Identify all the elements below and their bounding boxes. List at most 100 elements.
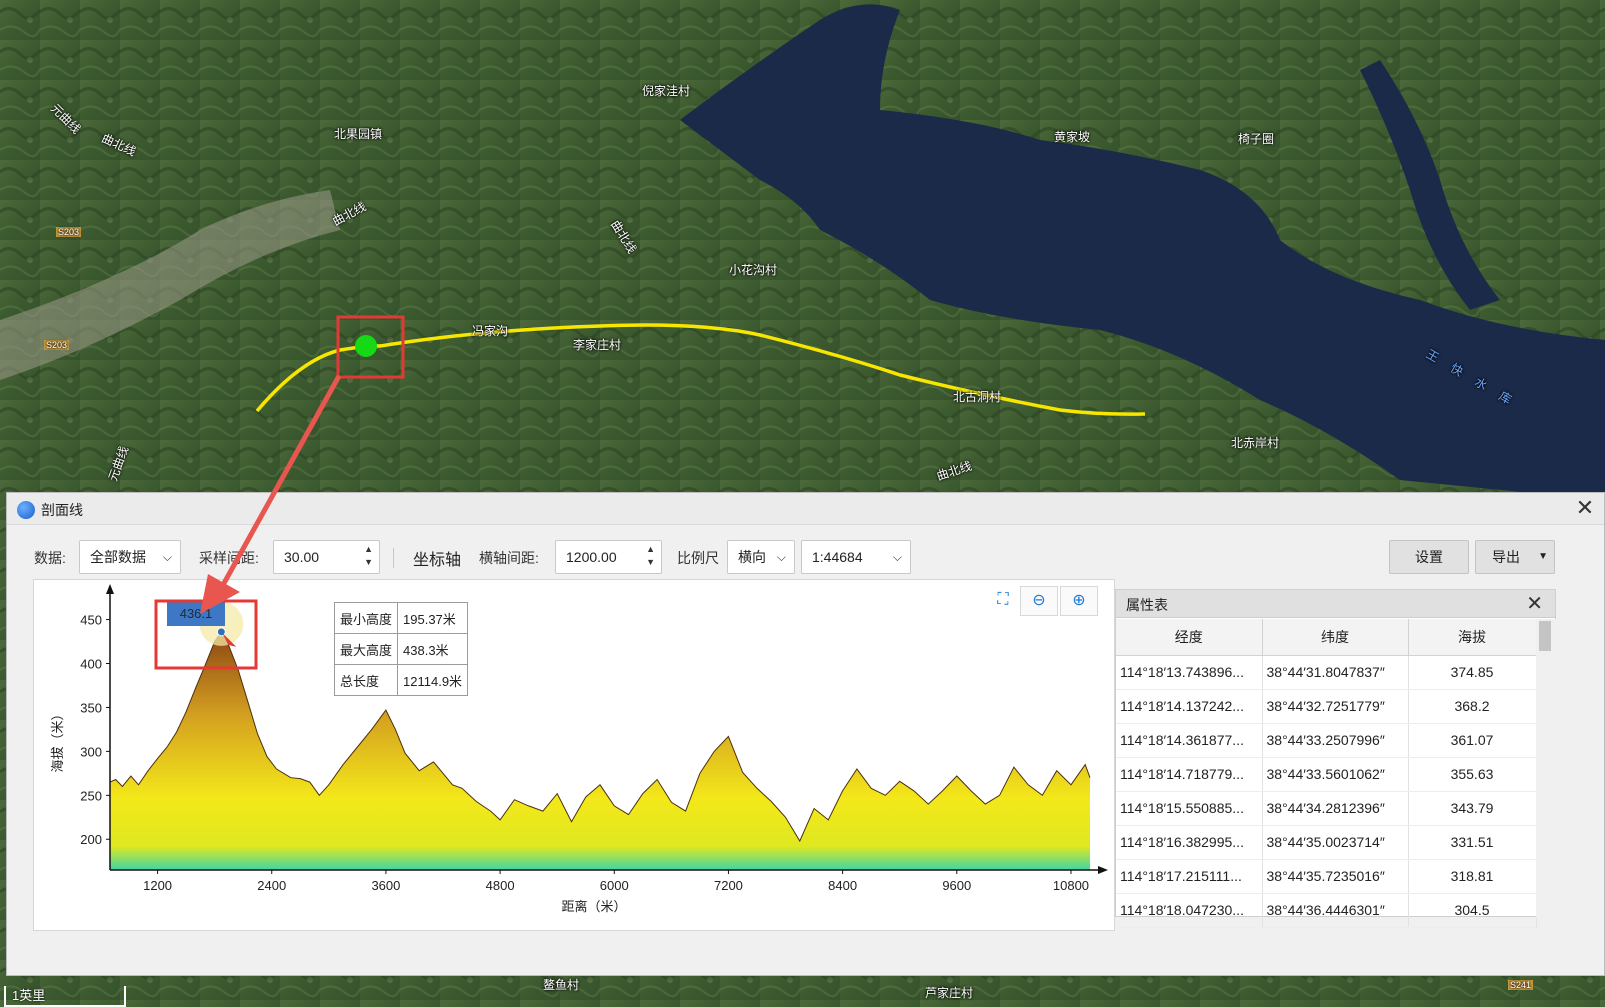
profile-dialog: 剖面线 ✕ 数据: 全部数据 ⌵ 采样间距: 30.00 ▲ ▼ 坐标轴 横轴间距… xyxy=(6,492,1605,976)
table-row[interactable]: 114°18′18.047230... 38°44′36.4446301″ 304.… xyxy=(1116,893,1537,928)
x-tick-label: 4800 xyxy=(486,878,515,893)
table-row[interactable]: 114°18′14.361877... 38°44′33.2507996″ 361.… xyxy=(1116,723,1537,758)
min-height-value: 195.37米 xyxy=(397,602,469,634)
map-label: 冯家沟 xyxy=(472,324,509,338)
map-label: 小花沟村 xyxy=(729,263,778,277)
table-row[interactable]: 114°18′17.215111... 38°44′35.7235016″ 318.… xyxy=(1116,859,1537,894)
table-row[interactable]: 114°18′16.382995... 38°44′35.0023714″ 331.… xyxy=(1116,825,1537,860)
toolbar-divider xyxy=(393,548,394,568)
fit-view-icon[interactable]: ⛶ xyxy=(984,586,1022,616)
max-height-label: 最大高度 xyxy=(333,633,399,665)
elevation-cell: 355.63 xyxy=(1408,757,1537,792)
zoom-in-icon[interactable]: ⊕ xyxy=(1060,586,1098,616)
sample-interval-spinbox[interactable]: 30.00 ▲ ▼ xyxy=(273,540,380,574)
total-length-label: 总长度 xyxy=(333,664,399,696)
map-label: 鳌鱼村 xyxy=(543,978,580,992)
scrollbar-thumb[interactable] xyxy=(1539,621,1551,651)
longitude-cell: 114°18′17.215111... xyxy=(1116,859,1263,894)
elevation-cell: 343.79 xyxy=(1408,791,1537,826)
map-label: 椅子圈 xyxy=(1238,132,1275,146)
x-tick-label: 7200 xyxy=(714,878,743,893)
x-tick-label: 2400 xyxy=(257,878,286,893)
column-header-longitude[interactable]: 经度 xyxy=(1116,619,1263,656)
road-badge: S241 xyxy=(1508,980,1534,990)
table-row[interactable]: 114°18′15.550885... 38°44′34.2812396″ 343.… xyxy=(1116,791,1537,826)
x-axis-arrow-icon xyxy=(1098,866,1108,874)
road-badge: S203 xyxy=(56,227,82,237)
table-row[interactable]: 114°18′14.137242... 38°44′32.7251779″ 368.… xyxy=(1116,689,1537,724)
attribute-table-title: 属性表 xyxy=(1126,597,1168,613)
data-select[interactable]: 全部数据 ⌵ xyxy=(79,540,181,574)
elevation-cell: 304.5 xyxy=(1408,893,1537,928)
total-length-value: 12114.9米 xyxy=(397,664,469,696)
y-tick-label: 350 xyxy=(80,700,102,715)
latitude-cell: 38°44′33.5601062″ xyxy=(1262,757,1409,792)
latitude-cell: 38°44′31.8047837″ xyxy=(1262,655,1409,690)
map-label: 北赤岸村 xyxy=(1231,436,1280,450)
x-interval-value: 1200.00 xyxy=(566,549,617,565)
x-tick-label: 10800 xyxy=(1053,878,1089,893)
map-label: 倪家洼村 xyxy=(642,84,691,98)
scale-value: 1:44684 xyxy=(812,549,863,565)
latitude-cell: 38°44′35.7235016″ xyxy=(1262,859,1409,894)
y-tick-label: 250 xyxy=(80,788,102,803)
dialog-title: 剖面线 xyxy=(41,502,83,518)
elevation-area xyxy=(110,631,1090,870)
attribute-grid: 经度 纬度 海拔 114°18′13.743896... 38°44′31.804… xyxy=(1116,619,1537,928)
longitude-cell: 114°18′15.550885... xyxy=(1116,791,1263,826)
attribute-table-panel: 属性表 ✕ 经度 纬度 海拔 114°18′13.743896... 38°44′… xyxy=(1115,589,1556,928)
scale-label: 比例尺 xyxy=(677,550,719,566)
vertical-scrollbar[interactable] xyxy=(1536,619,1556,917)
longitude-cell: 114°18′16.382995... xyxy=(1116,825,1263,860)
elevation-cell: 368.2 xyxy=(1408,689,1537,724)
orientation-value: 横向 xyxy=(738,549,766,565)
close-icon[interactable]: ✕ xyxy=(1526,591,1543,616)
export-button[interactable]: 导出 ▼ xyxy=(1475,540,1555,574)
y-tick-label: 400 xyxy=(80,657,102,672)
axis-label: 坐标轴 xyxy=(413,552,462,569)
table-row[interactable]: 114°18′14.718779... 38°44′33.5601062″ 355.… xyxy=(1116,757,1537,792)
y-axis-arrow-icon xyxy=(106,584,114,594)
x-interval-spinbox[interactable]: 1200.00 ▲ ▼ xyxy=(555,540,662,574)
profile-chart[interactable]: 200 250 300 350 400 450 1200 2400 3600 4800 6000 72… xyxy=(34,580,1116,932)
hover-elevation-tooltip: 436.1 xyxy=(167,602,225,626)
chevron-down-icon: ⌵ xyxy=(892,550,902,564)
dialog-titlebar[interactable]: 剖面线 ✕ xyxy=(7,493,1604,525)
close-icon[interactable]: ✕ xyxy=(1572,495,1598,521)
attribute-table-header: 属性表 ✕ xyxy=(1116,590,1555,618)
x-tick-label: 3600 xyxy=(371,878,400,893)
map-label: 李家庄村 xyxy=(573,338,622,352)
latitude-cell: 38°44′34.2812396″ xyxy=(1262,791,1409,826)
scale-select[interactable]: 1:44684 ⌵ xyxy=(801,540,911,574)
column-header-elevation[interactable]: 海拔 xyxy=(1408,619,1537,656)
min-height-label: 最小高度 xyxy=(333,602,399,634)
sample-interval-label: 采样间距: xyxy=(199,550,259,566)
y-tick-label: 200 xyxy=(80,832,102,847)
longitude-cell: 114°18′14.137242... xyxy=(1116,689,1263,724)
y-tick-label: 300 xyxy=(80,744,102,759)
export-label: 导出 xyxy=(1492,549,1520,565)
table-row[interactable]: 114°18′13.743896... 38°44′31.8047837″ 374.… xyxy=(1116,655,1537,690)
map-label: 黄家坡 xyxy=(1054,130,1091,144)
latitude-cell: 38°44′36.4446301″ xyxy=(1262,893,1409,928)
profile-toolbar: 数据: 全部数据 ⌵ 采样间距: 30.00 ▲ ▼ 坐标轴 横轴间距: 1200… xyxy=(7,537,1604,577)
column-header-latitude[interactable]: 纬度 xyxy=(1262,619,1409,656)
x-interval-label: 横轴间距: xyxy=(479,550,539,566)
y-tick-label: 450 xyxy=(80,613,102,628)
spin-arrows-icon[interactable]: ▲ ▼ xyxy=(364,543,373,569)
caret-down-icon[interactable]: ▼ xyxy=(1538,541,1548,573)
longitude-cell: 114°18′14.361877... xyxy=(1116,723,1263,758)
orientation-select[interactable]: 横向 ⌵ xyxy=(727,540,795,574)
map-label: 北古洞村 xyxy=(953,390,1002,404)
x-tick-label: 9600 xyxy=(942,878,971,893)
chevron-down-icon: ⌵ xyxy=(776,550,786,564)
spin-arrows-icon[interactable]: ▲ ▼ xyxy=(646,543,655,569)
sample-interval-value: 30.00 xyxy=(284,549,320,565)
elevation-cell: 318.81 xyxy=(1408,859,1537,894)
latitude-cell: 38°44′32.7251779″ xyxy=(1262,689,1409,724)
settings-button[interactable]: 设置 xyxy=(1389,540,1469,574)
profile-chart-panel[interactable]: 200 250 300 350 400 450 1200 2400 3600 4800 6000 72… xyxy=(33,579,1115,931)
chevron-down-icon: ⌵ xyxy=(162,550,172,564)
zoom-out-icon[interactable]: ⊖ xyxy=(1020,586,1058,616)
longitude-cell: 114°18′13.743896... xyxy=(1116,655,1263,690)
